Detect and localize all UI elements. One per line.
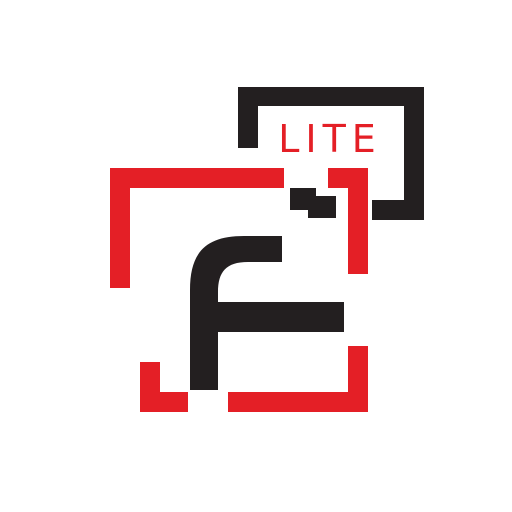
frame-gap — [284, 168, 328, 188]
lite-badge-text: LITE — [278, 117, 382, 161]
letter-f — [190, 188, 344, 390]
app-icon: LITE — [0, 0, 512, 512]
logo-graphic: LITE — [110, 87, 424, 412]
